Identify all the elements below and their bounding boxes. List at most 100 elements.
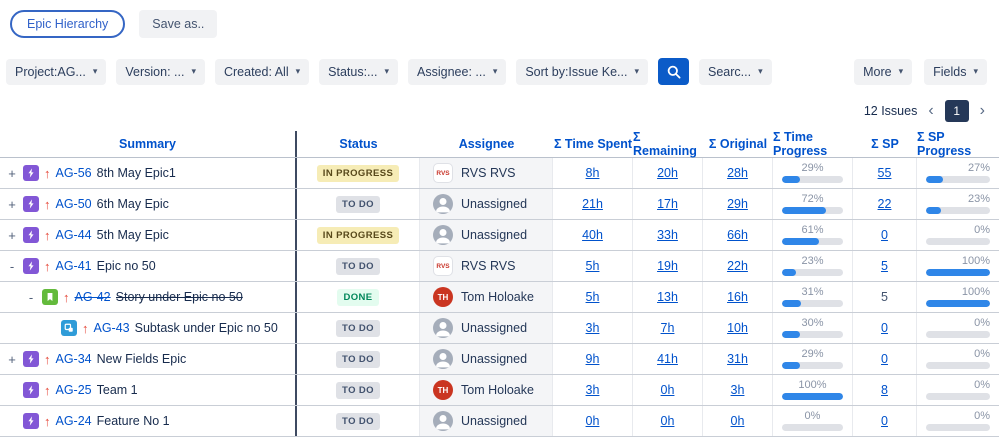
filter-status[interactable]: Status:...▾ [319, 59, 398, 85]
sp-value[interactable]: 8 [881, 383, 888, 397]
progress-percent: 0% [926, 318, 990, 329]
original-link[interactable]: 0h [731, 414, 745, 428]
sp-value[interactable]: 22 [878, 197, 892, 211]
column-header-summary[interactable]: Summary [0, 131, 297, 157]
more-button[interactable]: More ▾ [854, 59, 912, 85]
remaining-cell: 33h [633, 220, 703, 250]
time-spent-link[interactable]: 3h [586, 321, 600, 335]
time-spent-link[interactable]: 5h [586, 259, 600, 273]
original-link[interactable]: 31h [727, 352, 748, 366]
column-header-assignee[interactable]: Assignee [420, 131, 553, 157]
column-header-sp-progress[interactable]: Σ SP Progress [917, 131, 999, 157]
summary-cell: -↑AG-41Epic no 50 [0, 251, 297, 281]
summary-cell: -↑AG-42Story under Epic no 50 [0, 282, 297, 312]
progress-percent: 27% [926, 163, 990, 174]
expand-toggle[interactable]: + [6, 352, 18, 367]
original-cell: 31h [703, 344, 773, 374]
page-number[interactable]: 1 [945, 100, 969, 122]
assignee-cell: THTom Holoake [420, 375, 553, 405]
sp-value[interactable]: 0 [881, 321, 888, 335]
fields-button[interactable]: Fields ▾ [924, 59, 987, 85]
original-link[interactable]: 29h [727, 197, 748, 211]
remaining-link[interactable]: 41h [657, 352, 678, 366]
issue-key-link[interactable]: AG-44 [56, 228, 92, 242]
remaining-cell: 13h [633, 282, 703, 312]
time-spent-link[interactable]: 0h [586, 414, 600, 428]
original-link[interactable]: 66h [727, 228, 748, 242]
remaining-cell: 0h [633, 375, 703, 405]
search-dropdown[interactable]: Searc... ▾ [699, 59, 772, 85]
column-header-time-spent[interactable]: Σ Time Spent [553, 131, 633, 157]
filter-project-label: Project:AG... [15, 65, 86, 79]
issue-key-link[interactable]: AG-25 [56, 383, 92, 397]
time-spent-link[interactable]: 8h [586, 166, 600, 180]
filter-assignee[interactable]: Assignee: ...▾ [408, 59, 506, 85]
column-header-original[interactable]: Σ Original [703, 131, 773, 157]
remaining-link[interactable]: 33h [657, 228, 678, 242]
time-spent-link[interactable]: 3h [586, 383, 600, 397]
time-spent-cell: 21h [553, 189, 633, 219]
collapse-toggle[interactable]: - [25, 290, 37, 305]
avatar: RVS [433, 163, 453, 183]
filter-created[interactable]: Created: All▾ [215, 59, 309, 85]
original-link[interactable]: 28h [727, 166, 748, 180]
sp-value[interactable]: 0 [881, 414, 888, 428]
time-progress-cell: 61% [773, 220, 853, 250]
remaining-link[interactable]: 0h [661, 414, 675, 428]
filter-version[interactable]: Version: ...▾ [116, 59, 205, 85]
assignee-name: Unassigned [461, 197, 527, 211]
issue-key-link[interactable]: AG-42 [75, 290, 111, 304]
remaining-link[interactable]: 0h [661, 383, 675, 397]
progress-percent: 30% [782, 318, 843, 329]
original-link[interactable]: 10h [727, 321, 748, 335]
sp-value[interactable]: 55 [878, 166, 892, 180]
prev-page-icon[interactable]: ‹ [926, 103, 935, 119]
original-link[interactable]: 3h [731, 383, 745, 397]
issue-key-link[interactable]: AG-34 [56, 352, 92, 366]
time-spent-cell: 3h [553, 313, 633, 343]
sp-value[interactable]: 0 [881, 352, 888, 366]
progress-fill [782, 331, 800, 338]
time-spent-link[interactable]: 9h [586, 352, 600, 366]
column-header-remaining[interactable]: Σ Remaining [633, 131, 703, 157]
save-as-button[interactable]: Save as.. [139, 10, 217, 38]
sp-progress-cell: 0% [917, 313, 999, 343]
filter-project[interactable]: Project:AG...▾ [6, 59, 106, 85]
status-badge: TO DO [336, 351, 380, 368]
issue-key-link[interactable]: AG-24 [56, 414, 92, 428]
progress-fill [782, 176, 800, 183]
search-button[interactable] [658, 58, 689, 85]
issue-key-link[interactable]: AG-41 [56, 259, 92, 273]
next-page-icon[interactable]: › [978, 103, 987, 119]
time-spent-link[interactable]: 5h [586, 290, 600, 304]
expand-toggle[interactable]: + [6, 166, 18, 181]
issue-key-link[interactable]: AG-50 [56, 197, 92, 211]
issue-key-link[interactable]: AG-43 [94, 321, 130, 335]
remaining-link[interactable]: 7h [661, 321, 675, 335]
sp-progress-cell: 27% [917, 158, 999, 188]
time-spent-link[interactable]: 21h [582, 197, 603, 211]
sp-value[interactable]: 0 [881, 228, 888, 242]
issue-key-link[interactable]: AG-56 [56, 166, 92, 180]
column-header-status[interactable]: Status [297, 131, 420, 157]
filter-sort-by[interactable]: Sort by:Issue Ke...▾ [516, 59, 648, 85]
remaining-link[interactable]: 17h [657, 197, 678, 211]
expand-toggle[interactable]: + [6, 197, 18, 212]
collapse-toggle[interactable]: - [6, 259, 18, 274]
remaining-link[interactable]: 20h [657, 166, 678, 180]
avatar [433, 349, 453, 369]
filter-created-label: Created: All [224, 65, 289, 79]
original-link[interactable]: 16h [727, 290, 748, 304]
sp-value[interactable]: 5 [881, 259, 888, 273]
time-spent-link[interactable]: 40h [582, 228, 603, 242]
column-header-sp[interactable]: Σ SP [853, 131, 917, 157]
expand-toggle[interactable]: + [6, 228, 18, 243]
remaining-link[interactable]: 13h [657, 290, 678, 304]
table-row: +↑AG-506th May EpicTO DOUnassigned21h17h… [0, 189, 999, 220]
progress-fill [782, 362, 800, 369]
column-header-time-progress[interactable]: Σ Time Progress [773, 131, 853, 157]
epic-hierarchy-button[interactable]: Epic Hierarchy [10, 10, 125, 38]
remaining-link[interactable]: 19h [657, 259, 678, 273]
filter-version-label: Version: ... [125, 65, 184, 79]
original-link[interactable]: 22h [727, 259, 748, 273]
